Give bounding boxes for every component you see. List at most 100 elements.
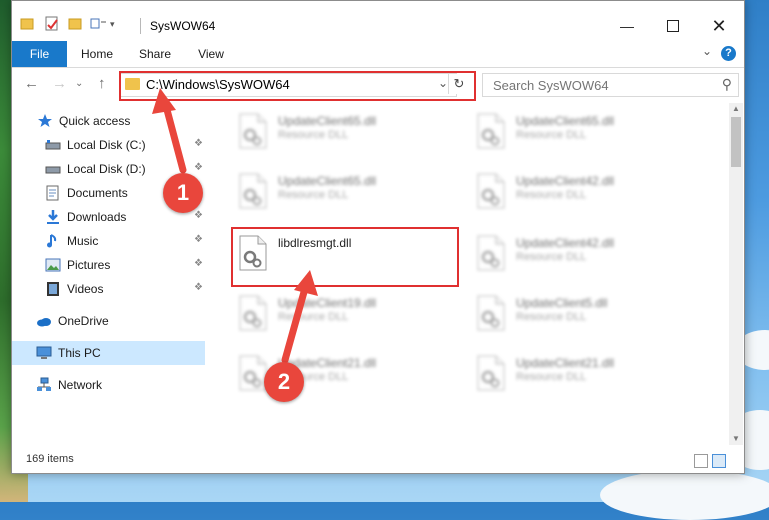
sidebar-item-music[interactable]: Music ❖ [12,229,205,253]
file-name: UpdateClient42.dll [516,174,615,188]
sidebar-item-label: This PC [58,346,101,360]
file-name: UpdateClient65.dll [516,114,615,128]
maximize-button[interactable] [650,11,696,41]
tab-share[interactable]: Share [130,41,180,67]
pin-icon[interactable]: ❖ [194,258,203,269]
file-name: UpdateClient21.dll [516,356,615,370]
cloud-icon [36,313,52,329]
file-item[interactable]: UpdateClient42.dll Resource DLL [444,227,674,277]
file-type: Resource DLL [278,311,349,323]
file-item[interactable]: UpdateClient65.dll Resource DLL [206,165,436,215]
minimize-icon: — [620,18,634,34]
sidebar-item-label: Quick access [59,114,131,128]
step-1-callout: 1 [163,173,203,213]
dll-file-icon [239,295,267,331]
file-type: Resource DLL [278,189,349,201]
sidebar-item-quick-access[interactable]: Quick access [12,109,230,133]
minimize-button[interactable]: — [604,11,650,41]
scroll-up-icon[interactable]: ▲ [729,103,743,115]
file-name: UpdateClient65.dll [278,114,377,128]
search-icon: ⚲ [721,76,732,92]
sidebar-item-label: Documents [67,186,128,200]
chevron-down-icon[interactable]: ▾ [110,19,115,30]
large-icons-view-icon[interactable] [712,454,726,468]
close-button[interactable]: ✕ [696,11,742,41]
forward-arrow-icon[interactable]: → [52,74,67,94]
tab-view[interactable]: View [186,41,236,67]
file-item[interactable]: UpdateClient65.dll Resource DLL [206,105,436,155]
step-2-callout: 2 [264,362,304,402]
help-icon[interactable]: ? [721,46,736,61]
sidebar-item-label: Music [67,234,99,248]
drive-icon [45,161,61,177]
new-folder-icon[interactable] [68,17,82,31]
dll-file-icon [477,295,505,331]
sidebar-item-network[interactable]: Network [12,373,229,397]
download-icon [45,209,61,225]
videos-icon [45,281,61,297]
file-type: Resource DLL [516,189,587,201]
file-name: UpdateClient5.dll [516,296,608,310]
star-icon [37,113,53,129]
expand-ribbon-icon[interactable]: ⌄ [702,44,712,58]
sidebar-item-label: Videos [67,282,104,296]
file-name: UpdateClient42.dll [516,236,615,250]
dll-file-icon [477,235,505,271]
window-title: SysWOW64 [150,19,216,33]
file-item[interactable]: UpdateClient42.dll Resource DLL [444,165,674,215]
sidebar-item-label: OneDrive [58,314,109,328]
item-count: 169 items [26,453,74,465]
sidebar-item-onedrive[interactable]: OneDrive [12,309,229,333]
up-arrow-icon[interactable]: ↑ [98,74,106,94]
quick-access-toolbar: ▾ [20,15,115,33]
properties-icon[interactable] [44,16,60,32]
dll-file-icon [477,113,505,149]
close-icon: ✕ [711,15,727,36]
tab-file[interactable]: File [12,41,67,67]
pin-icon[interactable]: ❖ [194,210,203,221]
sidebar-item-label: Downloads [67,210,127,224]
file-item[interactable]: UpdateClient21.dll Resource DLL [444,347,674,397]
sidebar-item-local-disk-c[interactable]: Local Disk (C:) ❖ [12,133,205,157]
search-box[interactable]: ⚲ [482,73,739,97]
file-type: Resource DLL [278,129,349,141]
wallpaper-cloud [600,470,769,520]
pin-icon[interactable]: ❖ [194,234,203,245]
back-arrow-icon[interactable]: ← [24,74,39,94]
navigation-pane: Quick access Local Disk (C:) ❖ Local Dis… [12,103,205,445]
file-item[interactable]: UpdateClient21.dll Resource DLL [206,347,436,397]
customize-toolbar-icon[interactable] [90,17,108,31]
title-separator [140,18,141,34]
file-item[interactable]: UpdateClient5.dll Resource DLL [444,287,674,337]
computer-icon [36,345,52,361]
file-type: Resource DLL [516,129,587,141]
file-item[interactable]: UpdateClient65.dll Resource DLL [444,105,674,155]
file-name: UpdateClient65.dll [278,174,377,188]
scroll-down-icon[interactable]: ▼ [729,433,743,445]
sidebar-item-this-pc[interactable]: This PC [12,341,205,365]
pin-icon[interactable]: ❖ [194,162,203,173]
sidebar-item-label: Pictures [67,258,111,272]
vertical-scrollbar[interactable]: ▲ ▼ [729,103,743,445]
search-input[interactable] [491,76,695,94]
scrollbar-thumb[interactable] [731,117,741,167]
sidebar-item-pictures[interactable]: Pictures ❖ [12,253,205,277]
tab-home[interactable]: Home [72,41,122,67]
documents-icon [45,185,61,201]
sidebar-item-label: Local Disk (D:) [67,162,146,176]
network-icon [36,377,52,393]
drive-icon [45,137,61,153]
dll-file-icon [477,355,505,391]
sidebar-item-label: Network [58,378,103,392]
file-type: Resource DLL [516,251,587,263]
maximize-icon [667,20,679,32]
status-bar: 169 items [12,446,744,472]
pictures-icon [45,257,61,273]
sidebar-item-videos[interactable]: Videos ❖ [12,277,205,301]
file-item[interactable]: UpdateClient19.dll Resource DLL [206,287,436,337]
pin-icon[interactable]: ❖ [194,138,203,149]
music-icon [45,233,61,249]
details-view-icon[interactable] [694,454,708,468]
recent-locations-chevron-icon[interactable]: ⌄ [75,74,83,94]
pin-icon[interactable]: ❖ [194,282,203,293]
